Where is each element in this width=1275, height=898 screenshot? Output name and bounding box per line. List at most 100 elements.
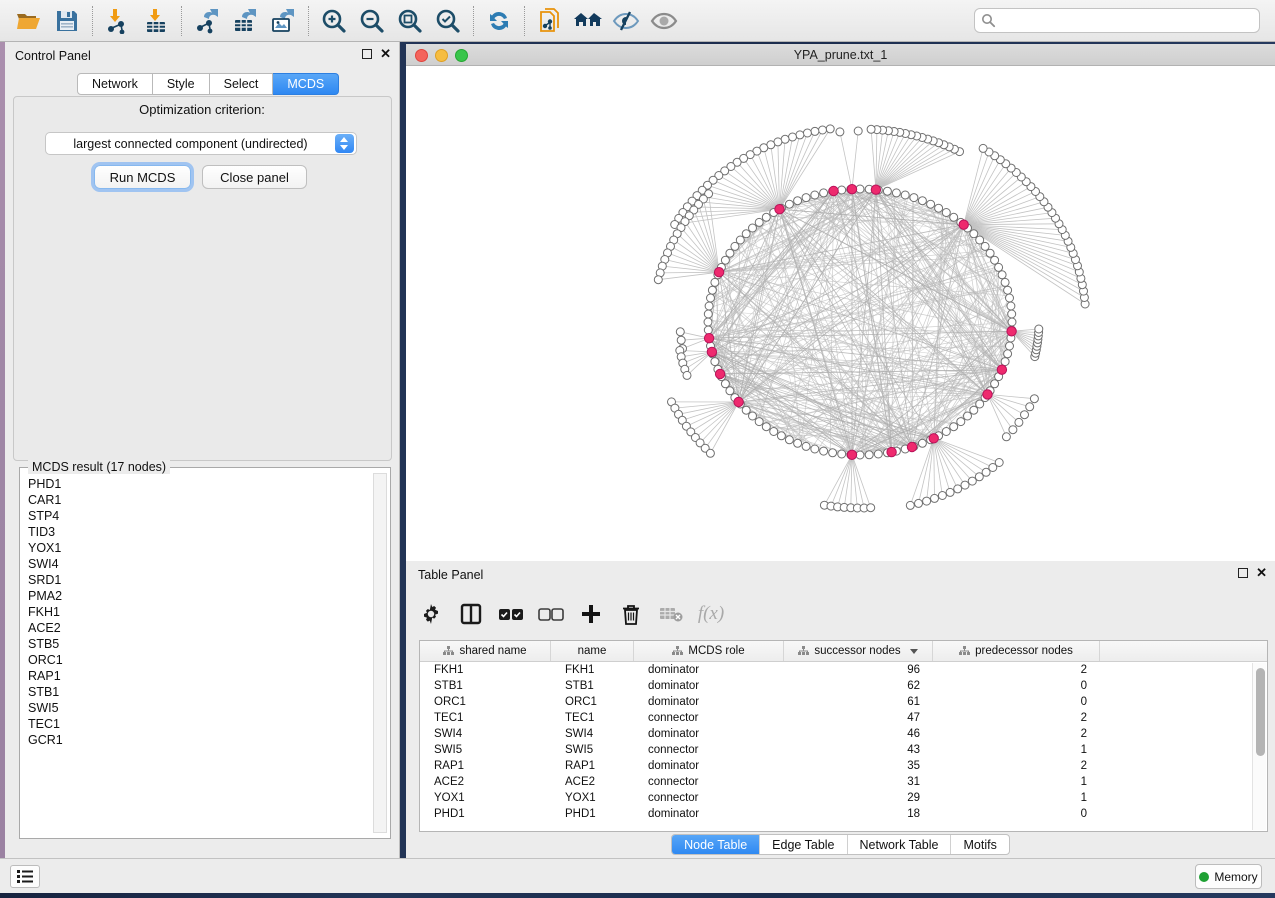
criterion-dropdown[interactable]: largest connected component (undirected): [45, 132, 357, 155]
zoom-out-button[interactable]: [355, 4, 389, 38]
mcds-result-item[interactable]: FKH1: [24, 604, 368, 620]
refresh-layout-button[interactable]: [482, 4, 516, 38]
hide-labels-button[interactable]: [609, 4, 643, 38]
save-session-button[interactable]: [50, 4, 84, 38]
toolbar-separator: [473, 6, 474, 36]
export-image-button[interactable]: [266, 4, 300, 38]
tab-edge-table[interactable]: Edge Table: [759, 835, 846, 854]
clone-network-button[interactable]: [533, 4, 567, 38]
zoom-fit-icon: [397, 8, 423, 34]
table-scrollbar-thumb[interactable]: [1256, 668, 1265, 756]
table-row[interactable]: PHD1 PHD1 dominator 18 0: [420, 806, 1267, 822]
deselect-all-button[interactable]: [538, 601, 564, 627]
table-row[interactable]: FKH1 FKH1 dominator 96 2: [420, 662, 1267, 678]
mcds-result-item[interactable]: CAR1: [24, 492, 368, 508]
table-row[interactable]: ACE2 ACE2 connector 31 1: [420, 774, 1267, 790]
tab-select[interactable]: Select: [210, 73, 274, 95]
mcds-result-item[interactable]: STB5: [24, 636, 368, 652]
run-mcds-button[interactable]: Run MCDS: [94, 165, 191, 189]
tree-icon: [959, 646, 970, 656]
zoom-in-button[interactable]: [317, 4, 351, 38]
mcds-result-item[interactable]: PHD1: [24, 476, 368, 492]
mcds-list-scrollbar[interactable]: [373, 473, 387, 833]
network-view-window[interactable]: YPA_prune.txt_1: [406, 44, 1275, 561]
mcds-result-item[interactable]: SRD1: [24, 572, 368, 588]
mcds-result-item[interactable]: STP4: [24, 508, 368, 524]
toolbar-separator: [181, 6, 182, 36]
table-row[interactable]: YOX1 YOX1 connector 29 1: [420, 790, 1267, 806]
table-row[interactable]: RAP1 RAP1 dominator 35 2: [420, 758, 1267, 774]
mcds-result-list[interactable]: PHD1CAR1STP4TID3YOX1SWI4SRD1PMA2FKH1ACE2…: [24, 476, 368, 834]
table-row[interactable]: ORC1 ORC1 dominator 61 0: [420, 694, 1267, 710]
mcds-result-item[interactable]: ACE2: [24, 620, 368, 636]
mcds-result-item[interactable]: TID3: [24, 524, 368, 540]
home-networks-button[interactable]: [571, 4, 605, 38]
tab-motifs[interactable]: Motifs: [950, 835, 1008, 854]
table-panel-titlebar: Table Panel ✕: [406, 561, 1275, 589]
table-panel-title: Table Panel: [418, 568, 483, 582]
network-window-titlebar: YPA_prune.txt_1: [406, 44, 1275, 66]
node-table: shared name name MCDS role successor nod…: [419, 640, 1268, 832]
show-graphics-button[interactable]: [647, 4, 681, 38]
delete-column-button[interactable]: [618, 601, 644, 627]
mcds-result-item[interactable]: SWI4: [24, 556, 368, 572]
close-panel-button[interactable]: Close panel: [202, 165, 307, 189]
delete-table-button-disabled: [658, 601, 684, 627]
export-table-button[interactable]: [228, 4, 262, 38]
tree-icon: [798, 646, 809, 656]
memory-button[interactable]: Memory: [1195, 864, 1262, 889]
add-column-button[interactable]: [578, 601, 604, 627]
table-row[interactable]: SWI5 SWI5 connector 43 1: [420, 742, 1267, 758]
mcds-result-title: MCDS result (17 nodes): [28, 460, 170, 474]
refresh-icon: [486, 8, 512, 34]
zoom-selected-button[interactable]: [431, 4, 465, 38]
tab-style[interactable]: Style: [153, 73, 210, 95]
close-table-panel-icon[interactable]: ✕: [1256, 568, 1267, 578]
mcds-result-item[interactable]: GCR1: [24, 732, 368, 748]
tab-node-table[interactable]: Node Table: [672, 835, 759, 854]
table-row[interactable]: STB1 STB1 dominator 62 0: [420, 678, 1267, 694]
mcds-result-item[interactable]: STB1: [24, 684, 368, 700]
export-network-button[interactable]: [190, 4, 224, 38]
mcds-result-item[interactable]: SWI5: [24, 700, 368, 716]
column-header-mcds-role[interactable]: MCDS role: [634, 641, 784, 661]
tab-network[interactable]: Network: [77, 73, 153, 95]
toolbar-separator: [92, 6, 93, 36]
column-header-name[interactable]: name: [551, 641, 634, 661]
table-row[interactable]: SWI4 SWI4 dominator 46 2: [420, 726, 1267, 742]
open-file-button[interactable]: [12, 4, 46, 38]
import-table-button[interactable]: [139, 4, 173, 38]
toolbar-search[interactable]: [974, 8, 1260, 33]
column-header-successor-nodes[interactable]: successor nodes: [784, 641, 933, 661]
houses-icon: [573, 9, 603, 33]
column-header-shared-name[interactable]: shared name: [420, 641, 551, 661]
import-network-button[interactable]: [101, 4, 135, 38]
mcds-result-item[interactable]: PMA2: [24, 588, 368, 604]
zoom-fit-button[interactable]: [393, 4, 427, 38]
search-input[interactable]: [996, 14, 1259, 28]
mcds-result-item[interactable]: RAP1: [24, 668, 368, 684]
memory-label: Memory: [1214, 870, 1257, 884]
table-scrollbar[interactable]: [1252, 663, 1266, 830]
node-table-header: shared name name MCDS role successor nod…: [420, 641, 1267, 662]
status-bar: Memory: [0, 858, 1275, 893]
close-panel-icon[interactable]: ✕: [380, 49, 391, 59]
mcds-result-item[interactable]: ORC1: [24, 652, 368, 668]
mcds-result-item[interactable]: YOX1: [24, 540, 368, 556]
network-canvas[interactable]: [406, 66, 1275, 561]
table-row[interactable]: TEC1 TEC1 connector 47 2: [420, 710, 1267, 726]
export-table-icon: [232, 8, 258, 34]
mcds-result-item[interactable]: TEC1: [24, 716, 368, 732]
tab-network-table[interactable]: Network Table: [847, 835, 951, 854]
task-history-button[interactable]: [10, 865, 40, 888]
column-header-predecessor-nodes[interactable]: predecessor nodes: [933, 641, 1100, 661]
float-panel-icon[interactable]: [362, 49, 372, 59]
optimization-criterion-label: Optimization criterion:: [5, 102, 399, 117]
tab-mcds[interactable]: MCDS: [273, 73, 339, 95]
list-icon: [17, 870, 33, 883]
select-all-button[interactable]: [498, 601, 524, 627]
show-columns-button[interactable]: [458, 601, 484, 627]
table-settings-button[interactable]: [418, 601, 444, 627]
float-table-panel-icon[interactable]: [1238, 568, 1248, 578]
open-folder-icon: [15, 9, 43, 33]
